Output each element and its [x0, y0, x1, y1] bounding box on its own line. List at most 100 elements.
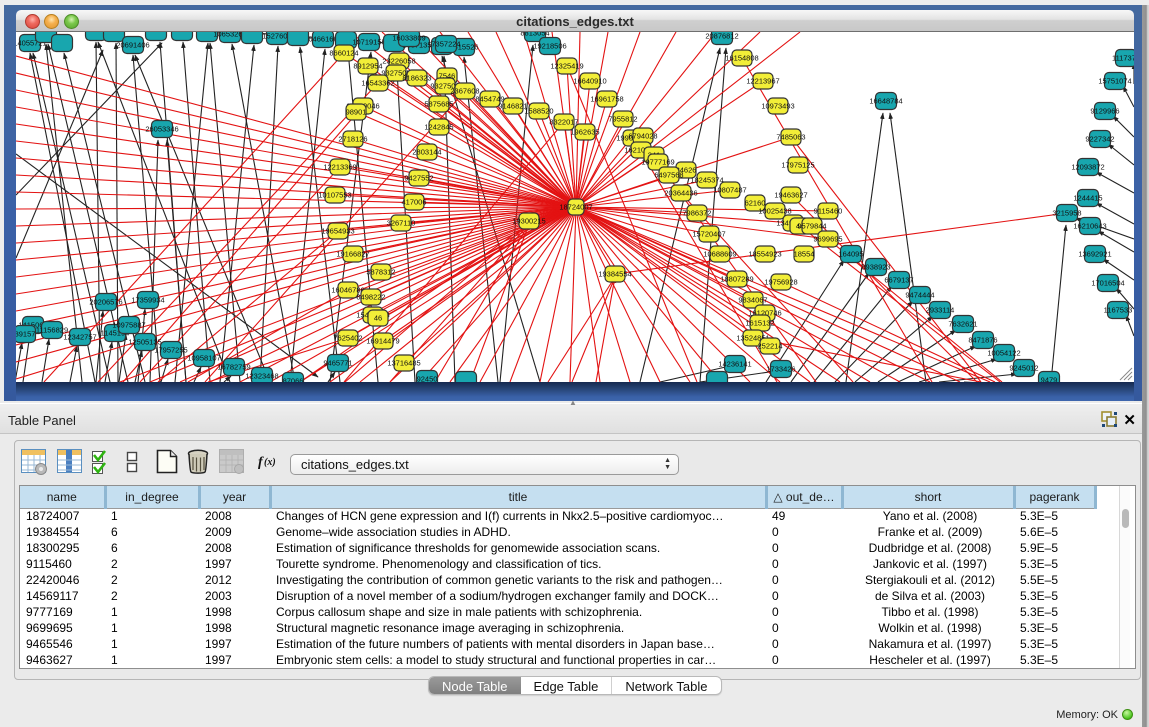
svg-text:17359934: 17359934 — [131, 296, 164, 305]
svg-text:8912954: 8912954 — [353, 62, 382, 71]
svg-text:19777169: 19777169 — [641, 158, 674, 167]
svg-text:417006: 417006 — [401, 198, 426, 207]
svg-text:9427552: 9427552 — [404, 174, 433, 183]
svg-text:9146821: 9146821 — [498, 102, 527, 111]
svg-text:6497568: 6497568 — [654, 171, 683, 180]
svg-text:252214: 252214 — [757, 342, 782, 351]
svg-text:18807289: 18807289 — [720, 275, 753, 284]
svg-text:10975887: 10975887 — [112, 321, 145, 330]
svg-text:2933114: 2933114 — [926, 306, 955, 315]
svg-text:20364436: 20364436 — [664, 189, 697, 198]
svg-text:17975125: 17975125 — [781, 161, 814, 170]
svg-text:10025438: 10025438 — [758, 207, 791, 216]
svg-text:3215958: 3215958 — [1052, 209, 1081, 218]
svg-text:7625402: 7625402 — [333, 334, 362, 343]
svg-text:10958107: 10958107 — [187, 354, 220, 363]
svg-text:98901: 98901 — [346, 108, 367, 117]
svg-text:7485063: 7485063 — [776, 133, 805, 142]
svg-text:19654933: 19654933 — [321, 227, 354, 236]
svg-text:9465771: 9465771 — [323, 359, 352, 368]
svg-text:12213967: 12213967 — [746, 77, 779, 86]
svg-text:16782759: 16782759 — [217, 363, 250, 372]
svg-text:12342757: 12342757 — [63, 333, 96, 342]
svg-text:12325419: 12325419 — [550, 62, 583, 71]
svg-text:8813054: 8813054 — [520, 32, 549, 38]
svg-text:7955812: 7955812 — [608, 115, 637, 124]
svg-text:16033809: 16033809 — [392, 34, 425, 43]
svg-text:20206576: 20206576 — [89, 298, 122, 307]
svg-text:20691406: 20691406 — [116, 41, 149, 50]
svg-text:10973493: 10973493 — [761, 102, 794, 111]
svg-text:18245374: 18245374 — [690, 176, 723, 185]
svg-text:15720407: 15720407 — [692, 230, 725, 239]
svg-text:5875685: 5875685 — [424, 100, 453, 109]
svg-text:6679137: 6679137 — [884, 276, 913, 285]
svg-text:23226058: 23226058 — [382, 57, 415, 66]
svg-text:19166827: 19166827 — [336, 250, 369, 259]
svg-text:12213369: 12213369 — [323, 163, 356, 172]
svg-text:19756928: 19756928 — [764, 278, 797, 287]
svg-text:10107553: 10107553 — [318, 191, 351, 200]
svg-text:1588520: 1588520 — [524, 107, 553, 116]
svg-text:(x): (x) — [264, 457, 276, 468]
svg-text:26053346: 26053346 — [145, 125, 178, 134]
svg-text:8660124: 8660124 — [329, 49, 358, 58]
svg-text:18554: 18554 — [794, 250, 815, 259]
svg-text:7986372: 7986372 — [682, 209, 711, 218]
svg-text:1242845: 1242845 — [424, 123, 453, 132]
svg-text:6466160: 6466160 — [308, 35, 337, 44]
svg-text:8322017: 8322017 — [549, 118, 578, 127]
svg-text:5878312: 5878312 — [366, 268, 395, 277]
svg-text:19300215: 19300215 — [512, 217, 545, 226]
svg-text:16543362: 16543362 — [361, 79, 394, 88]
svg-text:8186323: 8186323 — [402, 74, 431, 83]
svg-text:16154808: 16154808 — [725, 54, 758, 63]
svg-text:2718126: 2718126 — [338, 135, 367, 144]
svg-text:9579844: 9579844 — [797, 222, 826, 231]
svg-text:1167533: 1167533 — [1104, 306, 1133, 315]
svg-text:9699695: 9699695 — [813, 235, 842, 244]
svg-text:8498222: 8498222 — [356, 293, 385, 302]
svg-text:1733426: 1733426 — [766, 365, 795, 374]
svg-text:7632621: 7632621 — [948, 320, 977, 329]
svg-text:10719155: 10719155 — [352, 38, 385, 47]
svg-text:18554923: 18554923 — [748, 250, 781, 259]
svg-text:13692921: 13692921 — [1078, 250, 1111, 259]
svg-text:10688609: 10688609 — [703, 250, 736, 259]
svg-text:13716485: 13716485 — [387, 359, 420, 368]
svg-text:8938923: 8938923 — [861, 263, 890, 272]
svg-text:7357224: 7357224 — [431, 40, 460, 49]
svg-text:1244415: 1244415 — [1073, 194, 1102, 203]
svg-text:16210643: 16210643 — [1073, 222, 1106, 231]
svg-text:1615132: 1615132 — [745, 319, 774, 328]
svg-text:164095: 164095 — [838, 250, 863, 259]
svg-text:9474444: 9474444 — [905, 291, 934, 300]
svg-text:16640910: 16640910 — [573, 77, 606, 86]
svg-text:12323468: 12323468 — [245, 372, 278, 381]
svg-text:10054122: 10054122 — [987, 349, 1020, 358]
svg-text:12093872: 12093872 — [1071, 163, 1104, 172]
svg-text:15751074: 15751074 — [1098, 77, 1131, 86]
svg-text:9245012: 9245012 — [1009, 364, 1038, 373]
svg-text:16961758: 16961758 — [590, 95, 623, 104]
svg-text:3267110: 3267110 — [387, 219, 416, 228]
svg-text:92450: 92450 — [417, 375, 438, 383]
svg-text:19218506: 19218506 — [533, 42, 566, 51]
svg-text:19384554: 19384554 — [598, 270, 631, 279]
svg-text:17016504: 17016504 — [1091, 279, 1124, 288]
svg-text:9227342: 9227342 — [1085, 135, 1114, 144]
svg-text:9129966: 9129966 — [1090, 107, 1119, 116]
svg-text:16648784: 16648784 — [869, 97, 902, 106]
svg-text:9834067: 9834067 — [738, 296, 767, 305]
svg-text:6794028: 6794028 — [628, 132, 657, 141]
svg-text:17957255: 17957255 — [154, 346, 187, 355]
svg-text:1117373: 1117373 — [1112, 54, 1134, 63]
svg-text:8471876: 8471876 — [968, 336, 997, 345]
svg-text:20876812: 20876812 — [705, 32, 738, 41]
svg-text:46: 46 — [374, 314, 382, 323]
svg-text:14236141: 14236141 — [718, 360, 751, 369]
svg-text:2803144: 2803144 — [412, 148, 441, 157]
svg-text:10807487: 10807487 — [713, 186, 746, 195]
svg-text:19463627: 19463627 — [774, 191, 807, 200]
svg-text:16914479: 16914479 — [366, 337, 399, 346]
